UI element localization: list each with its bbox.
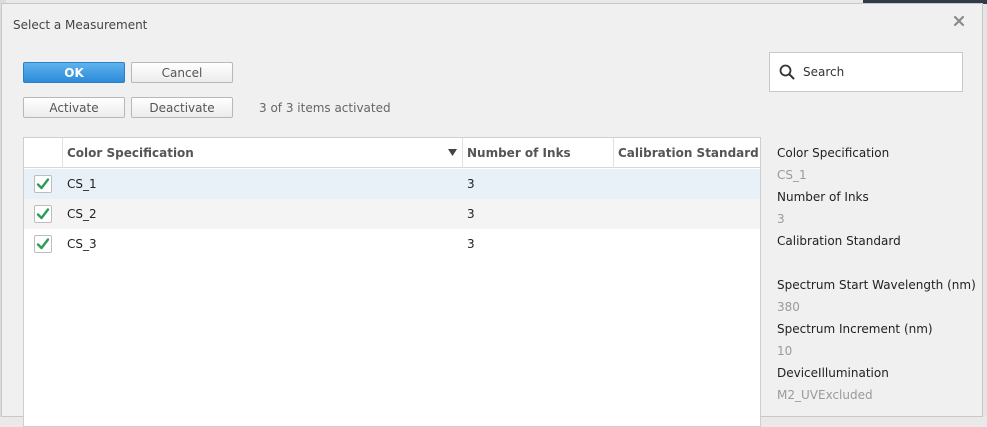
- row-checkbox[interactable]: [34, 205, 52, 223]
- detail-value: 380: [777, 300, 800, 314]
- close-icon: [953, 15, 965, 27]
- search-box[interactable]: [769, 52, 963, 92]
- cell-number-of-inks: 3: [467, 177, 475, 191]
- column-header-label: Number of Inks: [467, 146, 571, 160]
- sort-down-icon[interactable]: [448, 149, 457, 156]
- detail-value: CS_1: [777, 168, 807, 182]
- checkmark-icon: [36, 238, 50, 250]
- detail-label: Spectrum Increment (nm): [777, 322, 933, 336]
- activate-button[interactable]: Activate: [23, 97, 125, 118]
- detail-label: DeviceIllumination: [777, 366, 889, 380]
- activation-status: 3 of 3 items activated: [259, 101, 391, 115]
- column-header-color-specification[interactable]: Color Specification: [62, 138, 462, 168]
- detail-value: M2_UVExcluded: [777, 388, 873, 402]
- search-icon: [779, 64, 795, 80]
- checkmark-icon: [36, 208, 50, 220]
- cell-color-specification: CS_2: [67, 207, 97, 221]
- cell-number-of-inks: 3: [467, 207, 475, 221]
- column-header-label: Color Specification: [67, 146, 194, 160]
- checkmark-icon: [36, 178, 50, 190]
- table-header: Color Specification Number of Inks Calib…: [24, 138, 760, 168]
- column-header-calibration-standard[interactable]: Calibration Standard: [613, 138, 760, 168]
- close-button[interactable]: [952, 14, 966, 28]
- detail-label: Number of Inks: [777, 190, 869, 204]
- row-checkbox[interactable]: [34, 235, 52, 253]
- column-header-label: Calibration Standard: [618, 146, 759, 160]
- table-row[interactable]: CS_1 3: [24, 169, 760, 199]
- cell-color-specification: CS_3: [67, 237, 97, 251]
- table-row[interactable]: CS_3 3: [24, 229, 760, 259]
- cancel-button[interactable]: Cancel: [131, 62, 233, 83]
- detail-label: Spectrum Start Wavelength (nm): [777, 278, 976, 292]
- column-header-number-of-inks[interactable]: Number of Inks: [462, 138, 613, 168]
- table-row[interactable]: CS_2 3: [24, 199, 760, 229]
- detail-value: 10: [777, 344, 793, 358]
- detail-label: Color Specification: [777, 146, 890, 160]
- deactivate-button[interactable]: Deactivate: [131, 97, 233, 118]
- measurement-table: Color Specification Number of Inks Calib…: [23, 137, 761, 427]
- dialog-title: Select a Measurement: [13, 18, 148, 32]
- ok-button[interactable]: OK: [23, 62, 125, 83]
- select-measurement-dialog: Select a Measurement OK Cancel Activate …: [1, 3, 983, 427]
- row-checkbox[interactable]: [34, 175, 52, 193]
- cell-color-specification: CS_1: [67, 177, 97, 191]
- search-input[interactable]: [801, 64, 951, 80]
- cell-number-of-inks: 3: [467, 237, 475, 251]
- detail-value: 3: [777, 212, 785, 226]
- detail-label: Calibration Standard: [777, 234, 901, 248]
